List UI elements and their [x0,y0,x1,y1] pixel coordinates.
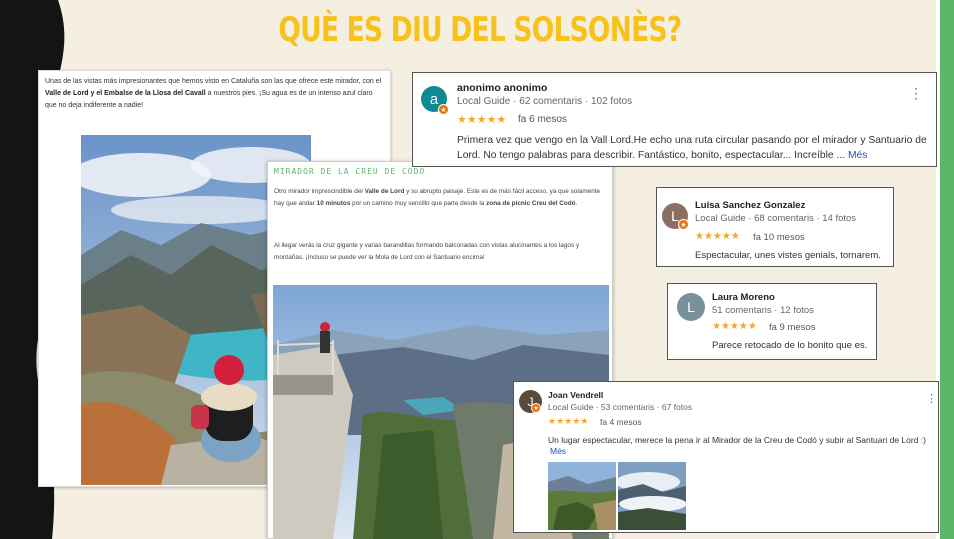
blog-excerpt-2-heading: MIRADOR DE LA CREU DE CODÓ [274,167,426,176]
review-photo-1[interactable] [548,462,616,530]
more-options-icon[interactable]: ⋮ [926,392,937,405]
review-photo-2[interactable] [618,462,686,530]
rating-stars: ★★★★★ [712,321,757,332]
review-card-2: L ★ Luisa Sanchez Gonzalez Local Guide ·… [656,187,894,267]
local-guide-badge-icon: ★ [678,219,689,230]
reviewer-meta: Local Guide · 53 comentaris · 67 fotos [548,402,693,412]
reviewer-name[interactable]: Luisa Sanchez Gonzalez [695,200,805,211]
rating-stars: ★★★★★ [695,231,740,242]
more-options-icon[interactable]: ⋮ [909,85,923,102]
review-date: fa 10 mesos [753,232,805,243]
blog-excerpt-2-paragraph-1: Otro mirador imprescindible del Valle de… [274,188,601,207]
more-link[interactable]: Més [848,150,867,161]
right-green-stripe [936,0,954,539]
rating-stars: ★★★★★ [548,416,589,426]
local-guide-badge-icon: ★ [531,403,541,413]
blog-excerpt-1-text: Unas de las vistas más impresionantes qu… [45,78,382,109]
reviewer-meta: Local Guide · 62 comentaris · 102 fotos [457,96,633,107]
reviewer-name[interactable]: Joan Vendrell [548,390,603,400]
more-link[interactable]: Més [550,446,566,456]
reviewer-meta: Local Guide · 68 comentaris · 14 fotos [695,213,857,224]
local-guide-badge-icon: ★ [438,104,449,115]
review-card-3: L Laura Moreno 51 comentaris · 12 fotos … [667,283,877,360]
rating-stars: ★★★★★ [457,114,507,126]
review-date: fa 6 mesos [518,114,567,125]
reviewer-name[interactable]: anonimo anonimo [457,82,547,94]
slide-title: QUÈ ES DIU DEL SOLSONÈS? [278,10,682,50]
blog-excerpt-2-paragraph-2: Al llegar verás la cruz gigante y varias… [274,242,580,261]
reviewer-name[interactable]: Laura Moreno [712,292,775,303]
review-text: Espectacular, unes vistes genials, torna… [695,250,881,261]
review-date: fa 9 mesos [769,322,816,333]
review-text: Un lugar espectacular, merece la pena ir… [548,435,926,445]
reviewer-avatar[interactable]: L [677,293,705,321]
review-card-4: J ★ Joan Vendrell Local Guide · 53 comen… [513,381,939,533]
review-text: Parece retocado de lo bonito que es. [712,340,868,351]
reviewer-meta: 51 comentaris · 12 fotos [712,305,814,316]
review-date: fa 4 mesos [600,417,642,427]
review-text: Primera vez que vengo en la Vall Lord.He… [457,135,927,161]
review-card-1: a ★ anonimo anonimo Local Guide · 62 com… [412,72,937,167]
